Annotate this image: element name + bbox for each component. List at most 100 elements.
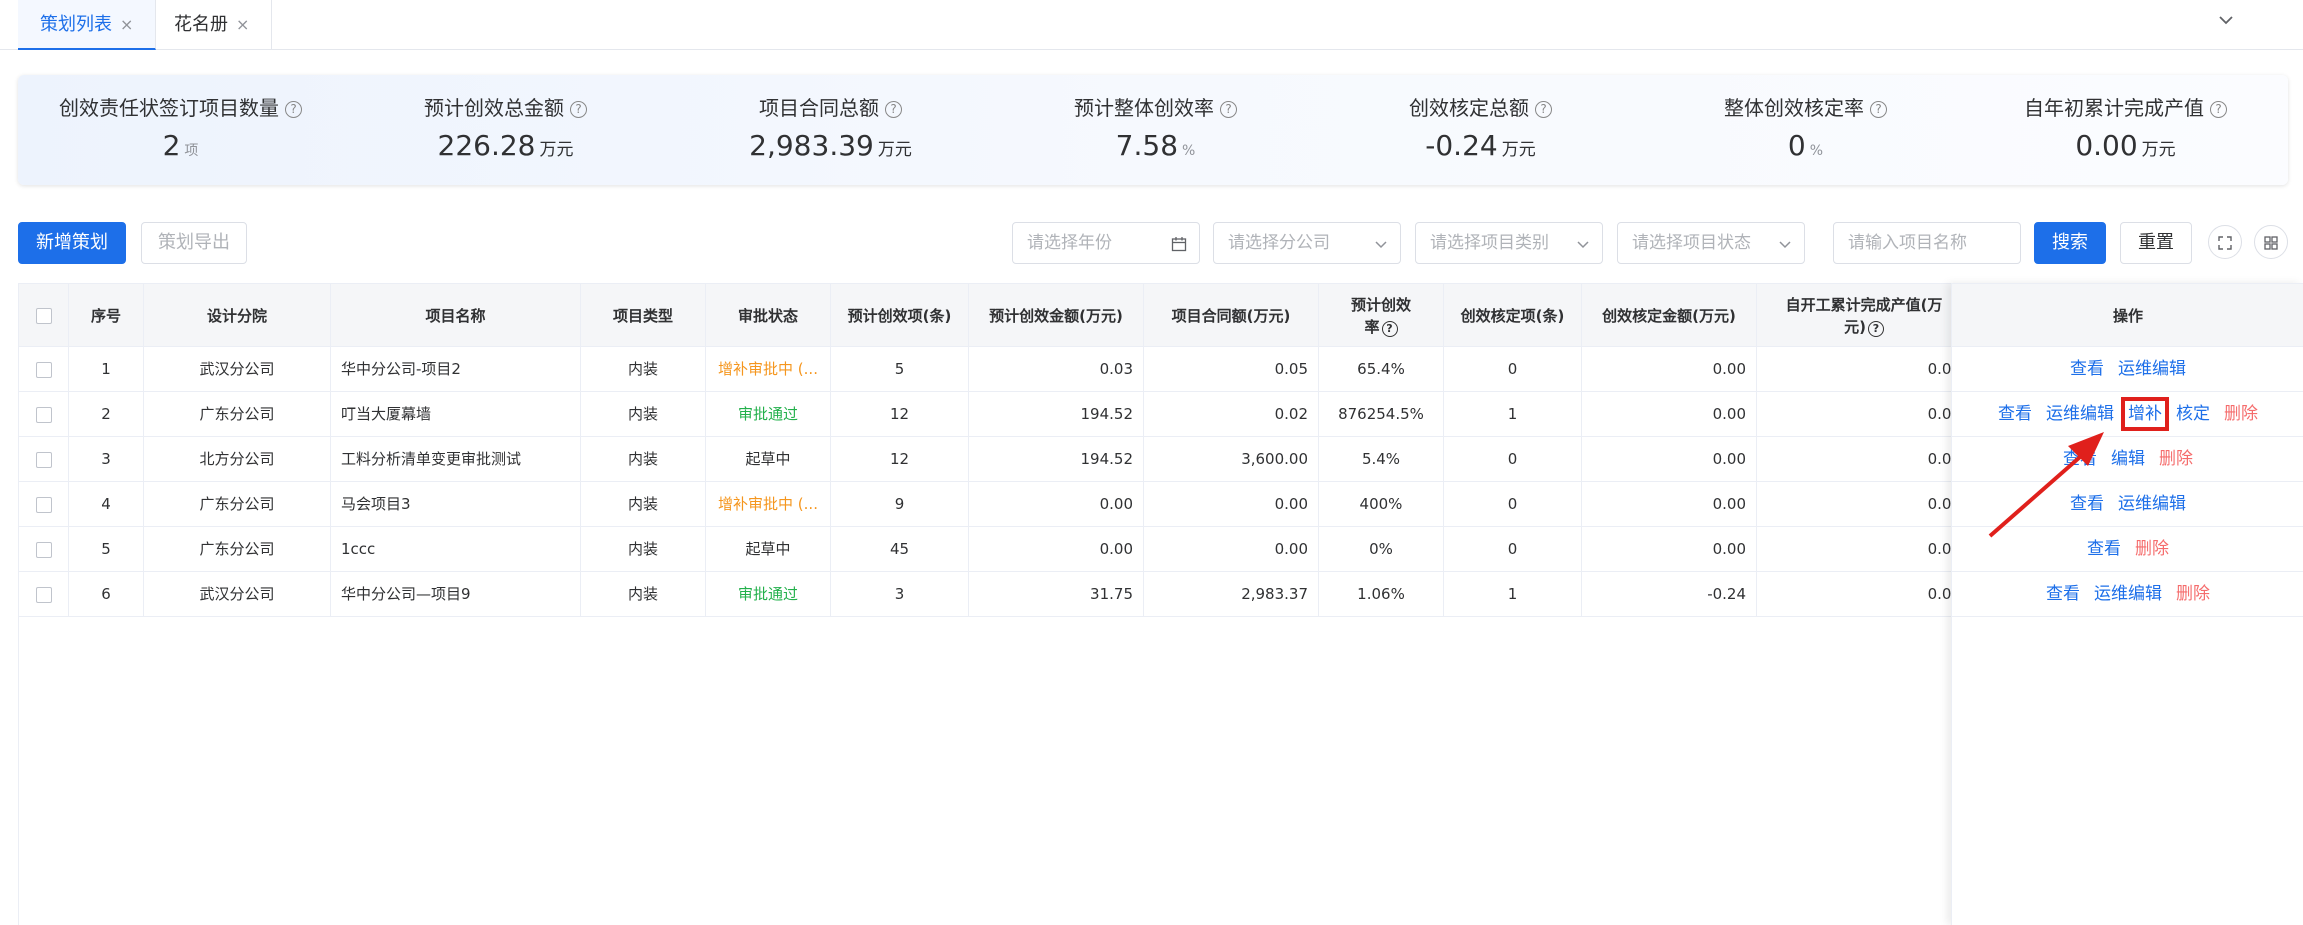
row-checkbox[interactable]: [35, 406, 52, 423]
row-action-link[interactable]: 运维编辑: [2118, 494, 2186, 514]
cell-verified-items: 1: [1444, 392, 1582, 437]
stat-signed-projects: 创效责任状签订项目数量? 2项: [18, 75, 343, 185]
cell-verified-amount: 0.00: [1582, 527, 1757, 572]
header-verified-amount: 创效核定金额(万元): [1582, 284, 1757, 348]
stat-expected-rate: 预计整体创效率? 7.58%: [993, 75, 1318, 185]
row-checkbox[interactable]: [35, 496, 52, 513]
cell-expected-amount: 0.03: [969, 347, 1144, 392]
cell-approval-status: 审批通过: [706, 572, 831, 617]
stat-unit: %: [1809, 143, 1824, 159]
row-action-link[interactable]: 查看: [2063, 449, 2097, 469]
row-action-link[interactable]: 运维编辑: [2094, 584, 2162, 604]
grid-icon[interactable]: [2254, 225, 2288, 259]
close-icon[interactable]: ×: [236, 15, 249, 34]
status-placeholder: 请选择项目状态: [1632, 233, 1751, 253]
help-icon[interactable]: ?: [570, 101, 587, 118]
cell-approval-status: 增补审批中 (...: [706, 482, 831, 527]
add-plan-button[interactable]: 新增策划: [18, 222, 126, 264]
close-icon[interactable]: ×: [120, 15, 133, 34]
search-button[interactable]: 搜索: [2034, 222, 2106, 264]
cell-expected-items: 5: [831, 347, 969, 392]
operation-row: 查看 运维编辑 删除: [1952, 572, 2303, 617]
row-checkbox[interactable]: [35, 586, 52, 603]
stat-unit: 项: [184, 143, 199, 159]
project-name-input[interactable]: 请输入项目名称: [1833, 222, 2021, 264]
row-action-link[interactable]: 删除: [2224, 404, 2258, 424]
row-checkbox-cell: [19, 527, 69, 572]
stat-value: 7.58: [1115, 129, 1179, 162]
row-action-link[interactable]: 核定: [2176, 404, 2210, 424]
cell-verified-amount: 0.00: [1582, 347, 1757, 392]
cell-project-type: 内装: [581, 392, 706, 437]
help-icon[interactable]: ?: [1870, 101, 1887, 118]
row-checkbox-cell: [19, 482, 69, 527]
cell-seq: 2: [69, 392, 144, 437]
category-select[interactable]: 请选择项目类别: [1415, 222, 1603, 264]
row-action-link[interactable]: 删除: [2176, 584, 2210, 604]
row-action-link[interactable]: 删除: [2135, 539, 2169, 559]
tab-roster[interactable]: 花名册 ×: [152, 0, 273, 50]
help-icon[interactable]: ?: [1867, 321, 1884, 337]
row-action-link[interactable]: 查看: [2070, 359, 2104, 379]
company-select[interactable]: 请选择分公司: [1213, 222, 1401, 264]
row-action-link[interactable]: 运维编辑: [2046, 404, 2114, 424]
cell-branch: 武汉分公司: [144, 347, 331, 392]
header-cumulative-output: 自开工累计完成产值(万 元)?: [1757, 284, 1972, 348]
export-plan-button[interactable]: 策划导出: [141, 222, 247, 264]
cell-contract: 3,600.00: [1144, 437, 1319, 482]
cell-project-type: 内装: [581, 527, 706, 572]
operation-column: 操作 查看 运维编辑 查看 运维编辑 增补 核定 删除 查看 编辑 删除 查看 运维编辑 查看 删除 查看运…: [1951, 283, 2303, 925]
cell-cumulative-output: 0.00: [1757, 347, 1972, 392]
row-action-link[interactable]: 编辑: [2111, 449, 2145, 469]
stats-panel: 创效责任状签订项目数量? 2项 预计创效总金额? 226.28 万元 项目合同总额…: [18, 75, 2288, 185]
stat-verified-total: 创效核定总额? -0.24 万元: [1318, 75, 1643, 185]
year-picker[interactable]: 请选择年份: [1012, 222, 1200, 264]
cell-cumulative-output: 0.00: [1757, 437, 1972, 482]
status-select[interactable]: 请选择项目状态: [1617, 222, 1805, 264]
row-action-link[interactable]: 运维编辑: [2118, 359, 2186, 379]
cell-expected-items: 12: [831, 392, 969, 437]
cell-expected-rate: 1.06%: [1319, 572, 1444, 617]
header-select-all: [19, 284, 69, 348]
header-expected-amount: 预计创效金额(万元): [969, 284, 1144, 348]
row-checkbox-cell: [19, 392, 69, 437]
row-action-link[interactable]: 增补: [2121, 397, 2169, 431]
help-icon[interactable]: ?: [2210, 101, 2227, 118]
row-checkbox[interactable]: [35, 451, 52, 468]
cell-project-type: 内装: [581, 572, 706, 617]
cell-expected-amount: 0.00: [969, 527, 1144, 572]
row-action-link[interactable]: 查看: [1998, 404, 2032, 424]
row-action-link[interactable]: 查看: [2087, 539, 2121, 559]
cell-contract: 0.00: [1144, 527, 1319, 572]
row-action-link[interactable]: 删除: [2159, 449, 2193, 469]
cell-cumulative-output: 0.00: [1757, 527, 1972, 572]
cell-branch: 北方分公司: [144, 437, 331, 482]
help-icon[interactable]: ?: [1220, 101, 1237, 118]
row-action-link[interactable]: 查看: [2046, 584, 2080, 604]
tab-plan-list[interactable]: 策划列表 ×: [18, 0, 157, 50]
reset-button[interactable]: 重置: [2120, 222, 2192, 264]
cell-project-name: 马会项目3: [331, 482, 581, 527]
help-icon[interactable]: ?: [1535, 101, 1552, 118]
cell-verified-items: 0: [1444, 437, 1582, 482]
fullscreen-icon[interactable]: [2208, 225, 2242, 259]
select-all-checkbox[interactable]: [35, 308, 52, 324]
header-expected-rate: 预计创效 率?: [1319, 284, 1444, 348]
cell-expected-amount: 31.75: [969, 572, 1144, 617]
row-action-link[interactable]: 查看: [2070, 494, 2104, 514]
header-branch: 设计分院: [144, 284, 331, 348]
header-project-type: 项目类型: [581, 284, 706, 348]
help-icon[interactable]: ?: [1381, 321, 1398, 337]
help-icon[interactable]: ?: [885, 101, 902, 118]
row-checkbox-cell: [19, 437, 69, 482]
cell-seq: 4: [69, 482, 144, 527]
row-checkbox[interactable]: [35, 541, 52, 558]
row-checkbox[interactable]: [35, 361, 52, 378]
chevron-down-icon[interactable]: [2217, 10, 2235, 35]
chevron-down-icon: [1374, 223, 1388, 263]
help-icon[interactable]: ?: [285, 101, 302, 118]
stat-expected-total: 预计创效总金额? 226.28 万元: [343, 75, 668, 185]
cell-project-name: 华中分公司-项目2: [331, 347, 581, 392]
cell-expected-amount: 194.52: [969, 437, 1144, 482]
stat-label: 预计整体创效率: [1074, 96, 1214, 120]
